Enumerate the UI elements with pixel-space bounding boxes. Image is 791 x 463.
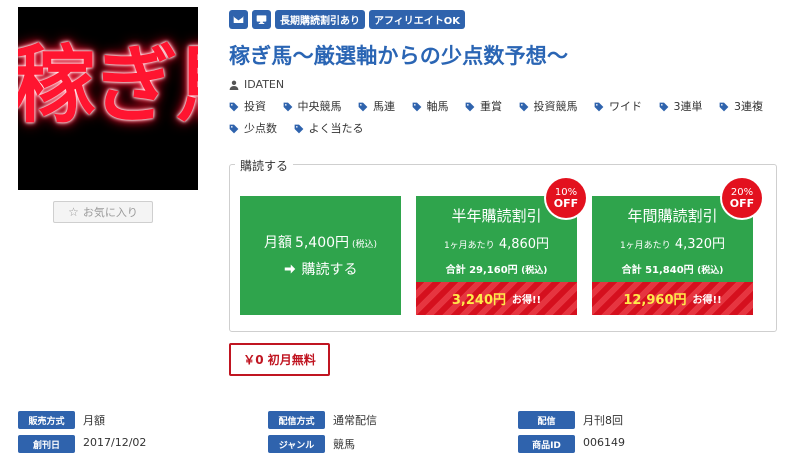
purchase-box: 購読する 月額 5,400円 (税込) 購読する 半年購読割引 1ヶ月あたり 4… (229, 157, 777, 332)
discount-badge: 20% OFF (722, 178, 762, 218)
tag-icon (719, 102, 729, 112)
subscribe-cta: 購読する (284, 259, 358, 279)
per-month-price: 1ヶ月あたり 4,860円 (443, 237, 550, 252)
tag-item[interactable]: 3連単 (659, 97, 703, 117)
tag-item[interactable]: 3連複 (719, 97, 763, 117)
author[interactable]: IDATEN (229, 78, 284, 91)
total-price: 合計 29,160円 (税込) (445, 265, 548, 276)
per-month-price: 1ヶ月あたり 4,320円 (619, 237, 726, 252)
product-title: 稼ぎ馬～厳選軸からの少点数予想～ (229, 44, 569, 68)
tag-icon (229, 124, 239, 134)
badge-long-term-discount: 長期購読割引あり (275, 10, 365, 29)
tag-item[interactable]: 軸馬 (412, 97, 449, 117)
tag-icon (519, 102, 528, 112)
monthly-price: 月額 5,400円 (税込) (263, 235, 378, 251)
half-year-plan-button[interactable]: 半年購読割引 1ヶ月あたり 4,860円 合計 29,160円 (税込) 3,2… (416, 178, 586, 315)
genre-label: ジャンル (268, 435, 325, 453)
tag-icon (594, 102, 604, 112)
delivery-value: 月刊8回 (583, 414, 623, 427)
author-name: IDATEN (244, 78, 285, 91)
badge-affiliate-ok: アフィリエイトOK (369, 10, 466, 29)
thumbnail-logo-text: 稼ぎ馬 (18, 36, 198, 134)
tag-icon (412, 102, 421, 112)
tag-item[interactable]: ワイド (594, 97, 642, 117)
monthly-subscribe-button[interactable]: 月額 5,400円 (税込) 購読する (240, 196, 401, 315)
start-date-label: 創刊日 (18, 435, 75, 453)
delivery-method-label: 配信方式 (268, 411, 325, 429)
favorite-label: お気に入り (82, 206, 138, 219)
tag-item[interactable]: 少点数 (229, 119, 277, 139)
tag-icon (283, 102, 292, 112)
sales-method-value: 月額 (83, 414, 105, 427)
yearly-plan-button[interactable]: 年間購読割引 1ヶ月あたり 4,320円 合計 51,840円 (税込) 12,… (592, 178, 762, 315)
badge-row: 長期購読割引あり アフィリエイトOK (229, 10, 466, 29)
star-outline-icon: ☆ (68, 205, 79, 219)
tag-item[interactable]: 投資競馬 (519, 97, 578, 117)
delivery-label: 配信 (518, 411, 575, 429)
saving-strip: 12,960円 お得!! (592, 282, 753, 315)
tag-item[interactable]: 投資 (229, 97, 266, 117)
product-id-value: 006149 (583, 436, 625, 449)
purchase-legend: 購読する (235, 157, 294, 174)
tag-item[interactable]: よく当たる (294, 119, 364, 139)
discount-badge: 10% OFF (546, 178, 586, 218)
mail-icon (229, 10, 248, 29)
saving-strip: 3,240円 お得!! (416, 282, 577, 315)
start-date-value: 2017/12/02 (83, 436, 147, 449)
first-month-free-badge: ￥0 初月無料 (229, 343, 330, 376)
user-icon (229, 80, 239, 90)
tag-icon (294, 124, 303, 134)
tag-icon (358, 102, 368, 112)
tag-item[interactable]: 馬連 (358, 97, 395, 117)
tag-icon (659, 102, 668, 112)
tag-icon (229, 102, 239, 112)
tag-item[interactable]: 重賞 (465, 97, 502, 117)
product-id-label: 商品ID (518, 435, 575, 453)
desktop-icon (252, 10, 271, 29)
product-thumbnail: 稼ぎ馬 (18, 7, 198, 190)
genre-value: 競馬 (333, 438, 355, 451)
favorite-button[interactable]: ☆ お気に入り (53, 201, 153, 223)
sales-method-label: 販売方式 (18, 411, 75, 429)
tag-list: 投資 中央競馬 馬連 軸馬 重賞 投資競馬 ワイド 3連単 3連複 少点数 よく… (229, 97, 779, 141)
tag-icon (465, 102, 475, 112)
total-price: 合計 51,840円 (税込) (621, 265, 724, 276)
arrow-right-icon (284, 264, 295, 274)
delivery-method-value: 通常配信 (333, 414, 377, 427)
tag-item[interactable]: 中央競馬 (283, 97, 342, 117)
